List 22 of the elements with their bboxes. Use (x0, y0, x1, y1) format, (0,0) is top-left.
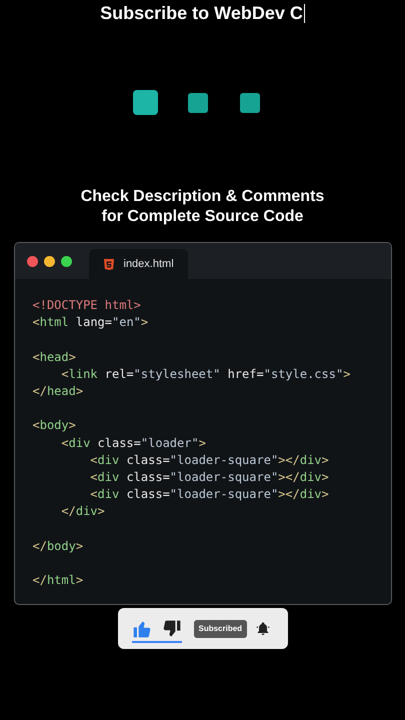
bell-icon[interactable] (255, 620, 272, 636)
caption-line: Check Description & Comments (80, 187, 324, 207)
code-line: <div class="loader-square"></div> (89, 486, 329, 504)
code-line: </body> (32, 538, 84, 555)
html5-icon (102, 258, 114, 270)
caption-line: for Complete Source Code (102, 207, 304, 227)
code-line: <html lang="en"> (32, 314, 148, 332)
code-line: <head> (32, 348, 76, 366)
code-line: <link rel="stylesheet" href="style.css"> (60, 366, 350, 383)
title: Subscribe to WebDev C (100, 2, 303, 24)
code-line: </head> (32, 382, 84, 400)
code-line: </html> (32, 572, 84, 589)
code-line: <body> (32, 417, 76, 434)
code-line: </div> (60, 503, 105, 520)
code-line: <!DOCTYPE html> (32, 297, 141, 314)
code-line: <div class="loader"> (60, 434, 206, 452)
like-button[interactable] (132, 618, 152, 638)
dislike-button[interactable] (162, 618, 182, 638)
file-tab[interactable]: index.html (88, 249, 188, 279)
code-line: <div class="loader-square"></div> (89, 468, 329, 486)
subscribed-button[interactable]: Subscribed (194, 620, 248, 638)
code-line: <div class="loader-square"></div> (89, 452, 329, 469)
